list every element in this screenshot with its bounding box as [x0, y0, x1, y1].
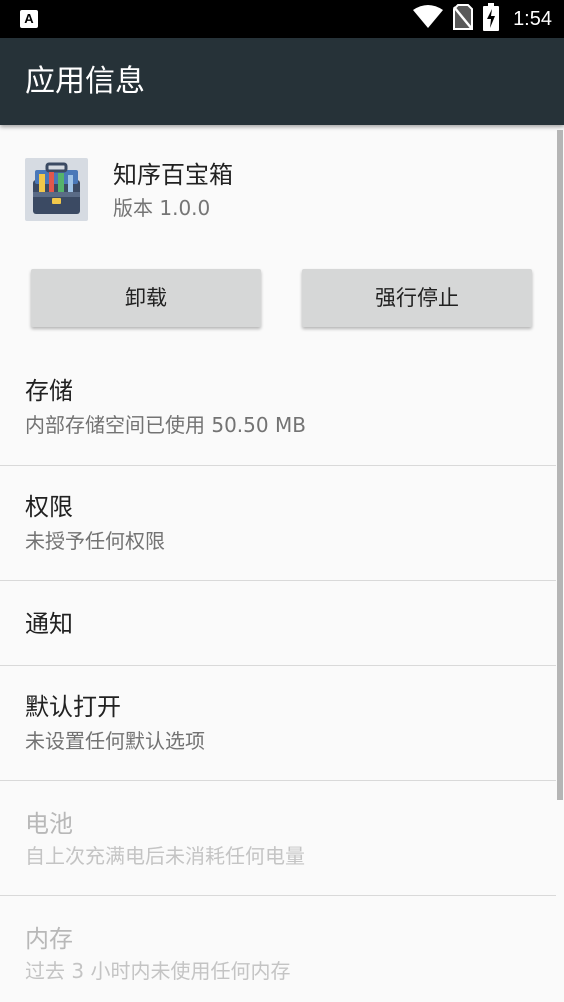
row-title: 通知	[25, 610, 73, 638]
row-title: 默认打开	[25, 693, 121, 721]
row-summary: 自上次充满电后未消耗任何电量	[25, 844, 305, 868]
scrollbar[interactable]	[557, 130, 563, 800]
row-title: 电池	[25, 810, 73, 838]
app-info-content[interactable]: 知序百宝箱 版本 1.0.0 卸载 强行停止 存储 内部存储空间已使用 50.5…	[0, 125, 564, 1002]
battery-charging-icon	[483, 3, 500, 35]
row-storage[interactable]: 存储 内部存储空间已使用 50.50 MB	[0, 355, 556, 466]
row-memory: 内存 过去 3 小时内未使用任何内存	[0, 896, 556, 1002]
status-bar: A 1:54	[0, 0, 564, 38]
force-stop-button[interactable]: 强行停止	[302, 269, 532, 327]
row-summary: 未授予任何权限	[25, 529, 165, 553]
row-summary: 内部存储空间已使用 50.50 MB	[25, 413, 306, 437]
row-notifications[interactable]: 通知	[0, 581, 556, 666]
uninstall-button[interactable]: 卸载	[31, 269, 261, 327]
page-title: 应用信息	[25, 64, 145, 99]
row-title: 存储	[25, 377, 73, 405]
app-header: 知序百宝箱 版本 1.0.0	[0, 125, 564, 255]
app-name: 知序百宝箱	[113, 161, 233, 189]
app-version: 版本 1.0.0	[113, 196, 211, 220]
notification-a-icon: A	[20, 10, 38, 28]
clock-time: 1:54	[513, 8, 552, 30]
no-sim-icon	[453, 4, 474, 34]
row-battery: 电池 自上次充满电后未消耗任何电量	[0, 781, 556, 896]
row-open-by-default[interactable]: 默认打开 未设置任何默认选项	[0, 666, 556, 781]
row-summary: 过去 3 小时内未使用任何内存	[25, 959, 291, 983]
row-permissions[interactable]: 权限 未授予任何权限	[0, 466, 556, 581]
row-title: 权限	[25, 493, 73, 521]
row-summary: 未设置任何默认选项	[25, 729, 205, 753]
wifi-icon	[413, 5, 444, 33]
row-title: 内存	[25, 925, 73, 953]
app-bar: 应用信息	[0, 38, 564, 125]
toolbox-icon	[25, 158, 88, 221]
